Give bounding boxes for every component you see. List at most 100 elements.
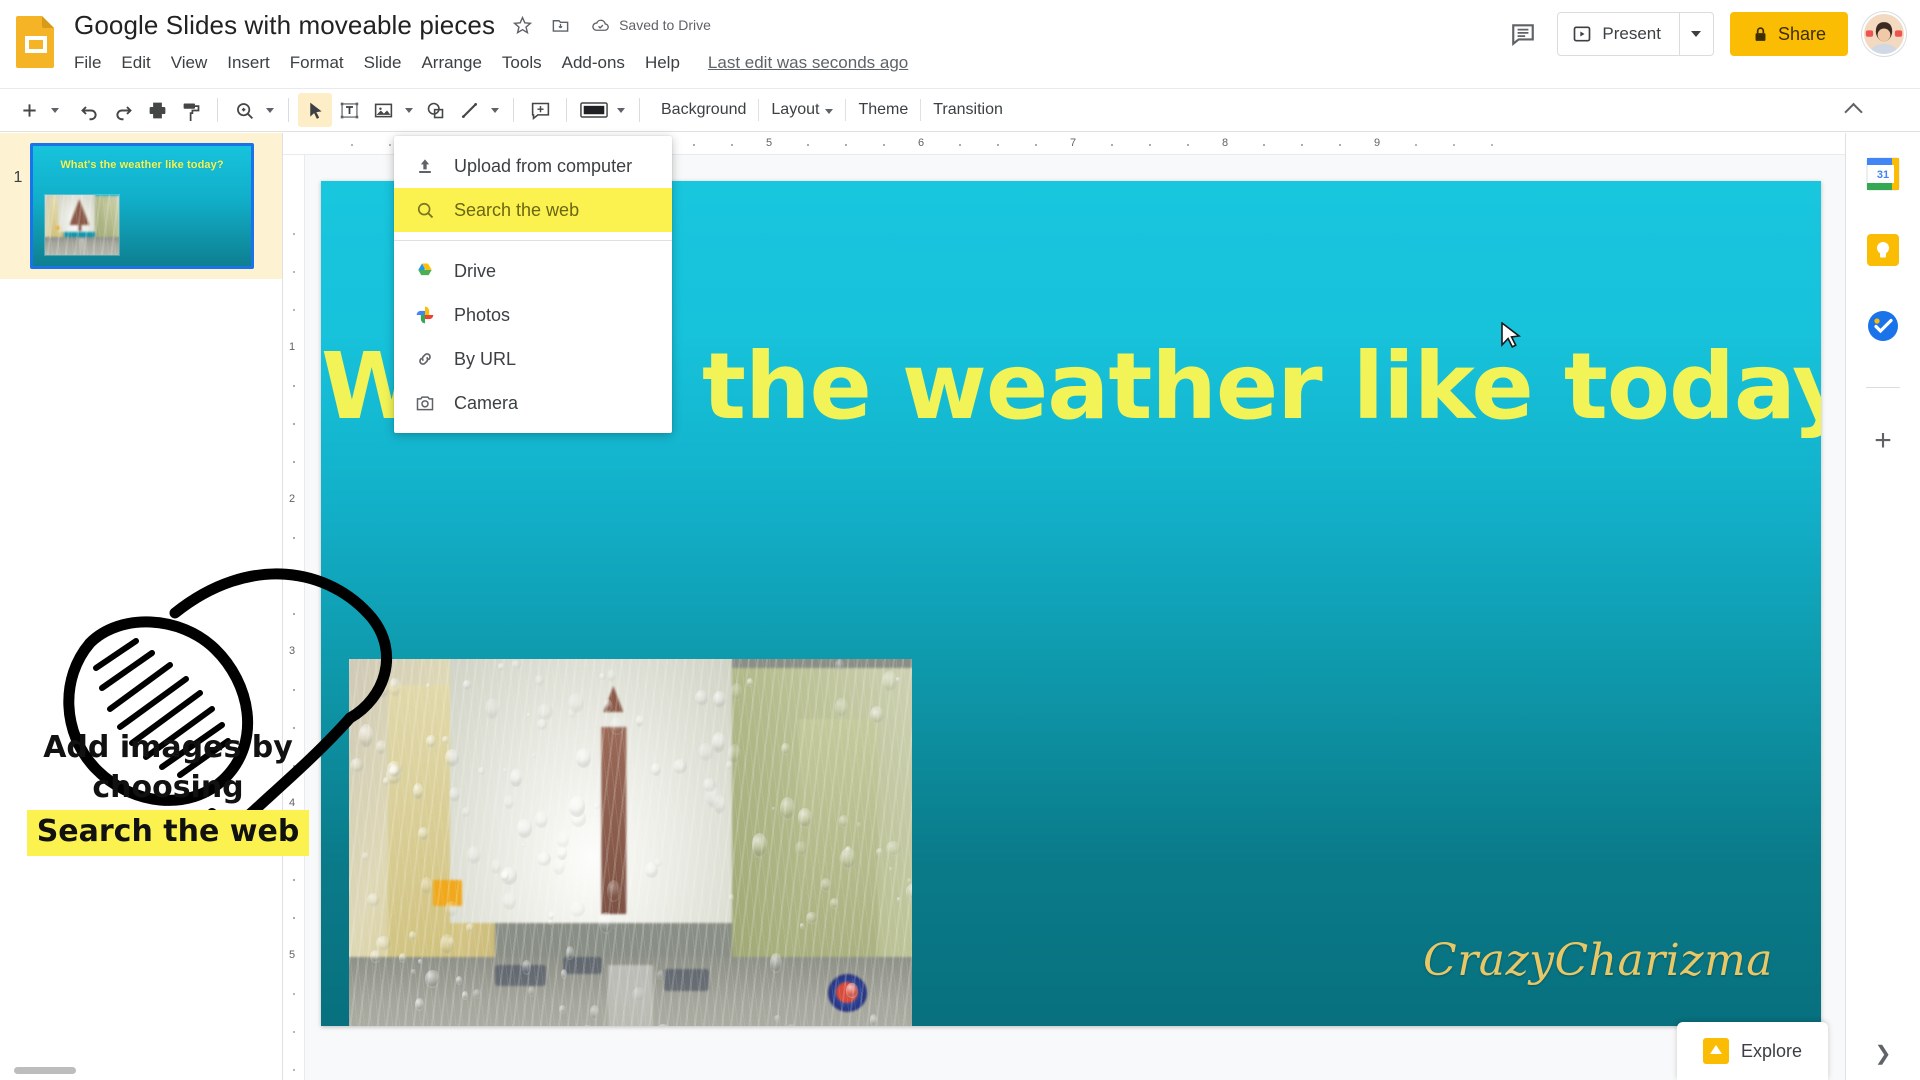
upload-icon <box>414 156 436 176</box>
menu-item-by-url[interactable]: By URL <box>394 337 672 381</box>
paint-format-button[interactable] <box>174 93 208 127</box>
move-to-folder-icon[interactable] <box>549 14 571 36</box>
rain-drop <box>794 840 809 856</box>
slide-thumbnail[interactable]: What's the weather like today? <box>30 143 254 269</box>
zoom-button[interactable] <box>227 93 261 127</box>
rain-drop <box>869 1014 877 1026</box>
menu-bar: File Edit View Insert Format Slide Arran… <box>74 48 908 78</box>
star-icon[interactable] <box>511 14 533 36</box>
explore-icon <box>1702 1038 1729 1064</box>
line-button[interactable] <box>452 93 486 127</box>
new-slide-button[interactable] <box>12 93 46 127</box>
lock-icon <box>1755 26 1766 41</box>
insert-image-button[interactable] <box>366 93 400 127</box>
menu-insert[interactable]: Insert <box>217 50 280 76</box>
theme-button[interactable]: Theme <box>846 95 920 125</box>
thumbnail-image <box>44 194 120 256</box>
transition-button[interactable]: Transition <box>921 95 1015 125</box>
rain-drop <box>730 683 743 701</box>
menu-arrange[interactable]: Arrange <box>411 50 491 76</box>
page-title[interactable]: Google Slides with moveable pieces <box>74 10 495 41</box>
select-tool-button[interactable] <box>298 93 332 127</box>
printer-icon <box>149 102 165 118</box>
menu-format[interactable]: Format <box>280 50 354 76</box>
rain-drop <box>382 777 389 786</box>
rain-drop <box>834 697 849 718</box>
add-addon-button[interactable]: + <box>1866 424 1900 458</box>
slide-image-object[interactable] <box>349 659 912 1026</box>
menu-item-photos[interactable]: Photos <box>394 293 672 337</box>
rain-drop <box>897 897 901 903</box>
rain-drop <box>698 742 714 762</box>
shape-button[interactable] <box>418 93 452 127</box>
redo-button[interactable] <box>106 93 140 127</box>
text-color-button[interactable] <box>576 93 612 127</box>
rain-drop <box>889 867 893 872</box>
menu-help[interactable]: Help <box>635 50 690 76</box>
share-label: Share <box>1777 23 1826 44</box>
rain-drop <box>594 802 600 809</box>
menu-item-drive[interactable]: Drive <box>394 249 672 293</box>
expand-panel-button[interactable]: ❯ <box>1875 1041 1892 1066</box>
background-button[interactable]: Background <box>649 95 758 125</box>
menu-item-upload-from-computer[interactable]: Upload from computer <box>394 144 672 188</box>
annotation-line-1: Add images by <box>43 730 293 765</box>
zoom-dropdown-icon[interactable] <box>266 107 274 113</box>
menu-tools[interactable]: Tools <box>492 50 552 76</box>
ruler-tick <box>293 613 295 615</box>
chevron-down-icon[interactable] <box>51 107 59 113</box>
layout-caret-icon <box>825 109 834 114</box>
google-keep-icon[interactable] <box>1866 233 1900 267</box>
side-panel: 31 + ❯ <box>1845 133 1920 1080</box>
rain-drop <box>420 877 433 896</box>
text-box-icon <box>340 102 358 118</box>
slide-filmstrip[interactable]: 1 What's the weather like today? <box>0 133 283 1080</box>
ruler-tick <box>959 144 961 146</box>
explore-button[interactable]: Explore <box>1676 1022 1828 1080</box>
present-dropdown-button[interactable] <box>1678 13 1713 55</box>
menu-item-camera[interactable]: Camera <box>394 381 672 425</box>
menu-file[interactable]: File <box>74 50 111 76</box>
share-button[interactable]: Share <box>1729 12 1848 56</box>
google-slides-logo-icon[interactable] <box>14 14 58 70</box>
undo-button[interactable] <box>72 93 106 127</box>
rain-drop <box>410 968 416 975</box>
line-dropdown-icon[interactable] <box>491 107 499 113</box>
layout-button[interactable]: Layout <box>759 95 845 125</box>
menu-label: Search the web <box>454 199 580 220</box>
header-actions: Present Share <box>1503 12 1906 56</box>
rain-drop <box>599 672 606 681</box>
rain-drop <box>725 761 734 771</box>
filmstrip-slide-1[interactable]: 1 What's the weather like today? <box>0 133 282 279</box>
save-status-label: Saved to Drive <box>619 17 711 33</box>
present-button[interactable]: Present <box>1558 13 1679 55</box>
rain-drop <box>445 749 460 767</box>
layout-label: Layout <box>771 101 820 118</box>
ruler-mark: 3 <box>289 645 296 657</box>
menu-addons[interactable]: Add-ons <box>552 50 635 76</box>
rain-drop <box>603 698 613 713</box>
text-color-dropdown-icon[interactable] <box>617 107 625 113</box>
insert-image-dropdown-menu[interactable]: Upload from computer Search the web Driv… <box>394 136 672 433</box>
collapse-toolbar-button[interactable] <box>1841 96 1866 125</box>
rain-drop <box>857 822 861 828</box>
google-calendar-icon[interactable]: 31 <box>1866 157 1900 191</box>
menu-slide[interactable]: Slide <box>354 50 412 76</box>
menu-view[interactable]: View <box>161 50 218 76</box>
menu-edit[interactable]: Edit <box>111 50 160 76</box>
avatar[interactable] <box>1862 12 1906 56</box>
menu-item-search-the-web[interactable]: Search the web <box>394 188 672 232</box>
print-button[interactable] <box>140 93 174 127</box>
rain-drop <box>779 797 795 820</box>
rain-drop <box>631 987 646 1003</box>
filmstrip-scrollbar[interactable] <box>14 1067 76 1074</box>
ruler-mark: 5 <box>765 137 773 149</box>
text-box-button[interactable] <box>332 93 366 127</box>
slide-signature-text: CrazyCharizma <box>1423 935 1773 986</box>
last-edit-link[interactable]: Last edit was seconds ago <box>708 53 908 73</box>
google-tasks-icon[interactable] <box>1866 309 1900 343</box>
comment-history-icon[interactable] <box>1503 14 1543 54</box>
insert-image-dropdown-icon[interactable] <box>405 107 413 113</box>
add-comment-button[interactable] <box>523 93 557 127</box>
ruler-tick <box>731 144 733 146</box>
